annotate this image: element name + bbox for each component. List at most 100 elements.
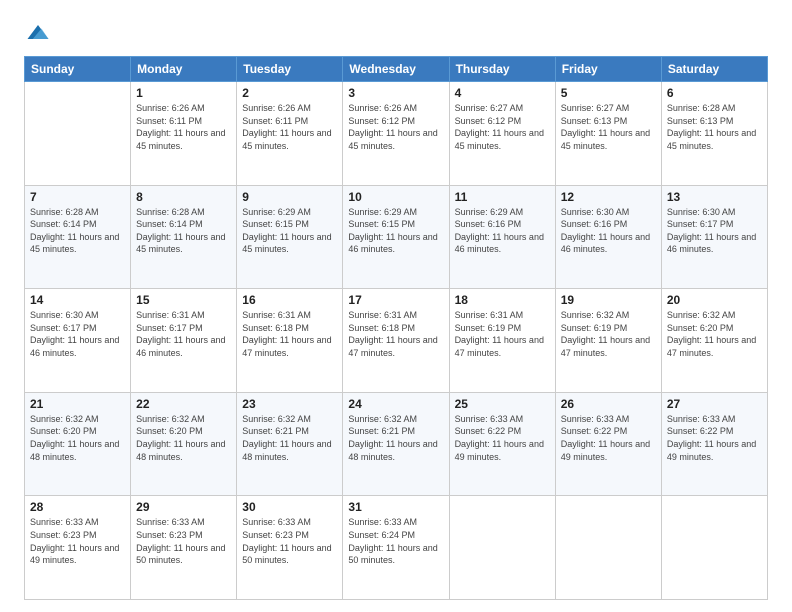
calendar-header: SundayMondayTuesdayWednesdayThursdayFrid…: [25, 57, 768, 82]
calendar-cell: 25 Sunrise: 6:33 AMSunset: 6:22 PMDayligh…: [449, 392, 555, 496]
day-number: 27: [667, 397, 762, 411]
calendar-cell: 16 Sunrise: 6:31 AMSunset: 6:18 PMDayligh…: [237, 289, 343, 393]
calendar-cell: 23 Sunrise: 6:32 AMSunset: 6:21 PMDayligh…: [237, 392, 343, 496]
day-number: 22: [136, 397, 231, 411]
day-number: 28: [30, 500, 125, 514]
day-info: Sunrise: 6:32 AMSunset: 6:20 PMDaylight:…: [30, 413, 125, 463]
day-number: 17: [348, 293, 443, 307]
header-day-sunday: Sunday: [25, 57, 131, 82]
calendar-cell: 6Sunrise: 6:28 AMSunset: 6:13 PMDaylight…: [661, 82, 767, 186]
day-number: 24: [348, 397, 443, 411]
day-info: Sunrise: 6:33 AMSunset: 6:23 PMDaylight:…: [136, 516, 231, 566]
day-info: Sunrise: 6:30 AMSunset: 6:17 PMDaylight:…: [667, 206, 762, 256]
calendar-cell: 14Sunrise: 6:30 AMSunset: 6:17 PMDayligh…: [25, 289, 131, 393]
day-info: Sunrise: 6:32 AMSunset: 6:21 PMDaylight:…: [348, 413, 443, 463]
day-info: Sunrise: 6:27 AMSunset: 6:12 PMDaylight:…: [455, 102, 550, 152]
day-number: 2: [242, 86, 337, 100]
day-info: Sunrise: 6:33 AMSunset: 6:23 PMDaylight:…: [242, 516, 337, 566]
day-info: Sunrise: 6:28 AMSunset: 6:13 PMDaylight:…: [667, 102, 762, 152]
day-info: Sunrise: 6:27 AMSunset: 6:13 PMDaylight:…: [561, 102, 656, 152]
day-info: Sunrise: 6:32 AMSunset: 6:21 PMDaylight:…: [242, 413, 337, 463]
week-row-2: 14Sunrise: 6:30 AMSunset: 6:17 PMDayligh…: [25, 289, 768, 393]
day-info: Sunrise: 6:30 AMSunset: 6:16 PMDaylight:…: [561, 206, 656, 256]
header-day-tuesday: Tuesday: [237, 57, 343, 82]
day-number: 10: [348, 190, 443, 204]
day-info: Sunrise: 6:33 AMSunset: 6:24 PMDaylight:…: [348, 516, 443, 566]
day-info: Sunrise: 6:32 AMSunset: 6:20 PMDaylight:…: [667, 309, 762, 359]
day-number: 20: [667, 293, 762, 307]
calendar-cell: 29 Sunrise: 6:33 AMSunset: 6:23 PMDayligh…: [131, 496, 237, 600]
day-number: 3: [348, 86, 443, 100]
day-number: 8: [136, 190, 231, 204]
calendar-cell: 3 Sunrise: 6:26 AMSunset: 6:12 PMDaylight…: [343, 82, 449, 186]
calendar-cell: [661, 496, 767, 600]
week-row-3: 21Sunrise: 6:32 AMSunset: 6:20 PMDayligh…: [25, 392, 768, 496]
logo-icon: [24, 18, 52, 46]
day-number: 25: [455, 397, 550, 411]
day-info: Sunrise: 6:31 AMSunset: 6:17 PMDaylight:…: [136, 309, 231, 359]
calendar-cell: 17Sunrise: 6:31 AMSunset: 6:18 PMDayligh…: [343, 289, 449, 393]
calendar-cell: 28 Sunrise: 6:33 AMSunset: 6:23 PMDayligh…: [25, 496, 131, 600]
day-info: Sunrise: 6:26 AMSunset: 6:11 PMDaylight:…: [242, 102, 337, 152]
day-number: 12: [561, 190, 656, 204]
day-number: 15: [136, 293, 231, 307]
header-day-thursday: Thursday: [449, 57, 555, 82]
calendar-cell: 31Sunrise: 6:33 AMSunset: 6:24 PMDayligh…: [343, 496, 449, 600]
calendar-cell: 15 Sunrise: 6:31 AMSunset: 6:17 PMDayligh…: [131, 289, 237, 393]
day-info: Sunrise: 6:31 AMSunset: 6:18 PMDaylight:…: [242, 309, 337, 359]
logo: [24, 18, 56, 46]
calendar-cell: 18 Sunrise: 6:31 AMSunset: 6:19 PMDayligh…: [449, 289, 555, 393]
calendar-cell: 26 Sunrise: 6:33 AMSunset: 6:22 PMDayligh…: [555, 392, 661, 496]
day-number: 29: [136, 500, 231, 514]
day-number: 4: [455, 86, 550, 100]
day-number: 16: [242, 293, 337, 307]
day-number: 19: [561, 293, 656, 307]
calendar-cell: 1Sunrise: 6:26 AMSunset: 6:11 PMDaylight…: [131, 82, 237, 186]
day-number: 9: [242, 190, 337, 204]
calendar-cell: 21Sunrise: 6:32 AMSunset: 6:20 PMDayligh…: [25, 392, 131, 496]
calendar-cell: [555, 496, 661, 600]
calendar-body: 1 Sunrise: 6:26 AMSunset: 6:11 PMDaylight…: [25, 82, 768, 600]
calendar-cell: 20 Sunrise: 6:32 AMSunset: 6:20 PMDayligh…: [661, 289, 767, 393]
calendar-cell: 12 Sunrise: 6:30 AMSunset: 6:16 PMDayligh…: [555, 185, 661, 289]
header-day-wednesday: Wednesday: [343, 57, 449, 82]
day-info: Sunrise: 6:28 AMSunset: 6:14 PMDaylight:…: [30, 206, 125, 256]
day-number: 23: [242, 397, 337, 411]
calendar-cell: 8Sunrise: 6:28 AMSunset: 6:14 PMDaylight…: [131, 185, 237, 289]
day-info: Sunrise: 6:32 AMSunset: 6:19 PMDaylight:…: [561, 309, 656, 359]
calendar-cell: 24 Sunrise: 6:32 AMSunset: 6:21 PMDayligh…: [343, 392, 449, 496]
calendar-cell: 10Sunrise: 6:29 AMSunset: 6:15 PMDayligh…: [343, 185, 449, 289]
day-info: Sunrise: 6:31 AMSunset: 6:19 PMDaylight:…: [455, 309, 550, 359]
week-row-4: 28 Sunrise: 6:33 AMSunset: 6:23 PMDayligh…: [25, 496, 768, 600]
week-row-0: 1 Sunrise: 6:26 AMSunset: 6:11 PMDaylight…: [25, 82, 768, 186]
day-info: Sunrise: 6:29 AMSunset: 6:15 PMDaylight:…: [242, 206, 337, 256]
day-number: 1: [136, 86, 231, 100]
calendar-cell: 4 Sunrise: 6:27 AMSunset: 6:12 PMDaylight…: [449, 82, 555, 186]
calendar-cell: 2 Sunrise: 6:26 AMSunset: 6:11 PMDaylight…: [237, 82, 343, 186]
header-row: SundayMondayTuesdayWednesdayThursdayFrid…: [25, 57, 768, 82]
day-info: Sunrise: 6:32 AMSunset: 6:20 PMDaylight:…: [136, 413, 231, 463]
header: [24, 18, 768, 46]
day-number: 13: [667, 190, 762, 204]
calendar-cell: 13 Sunrise: 6:30 AMSunset: 6:17 PMDayligh…: [661, 185, 767, 289]
day-info: Sunrise: 6:33 AMSunset: 6:22 PMDaylight:…: [561, 413, 656, 463]
calendar-cell: 27Sunrise: 6:33 AMSunset: 6:22 PMDayligh…: [661, 392, 767, 496]
calendar-cell: 22 Sunrise: 6:32 AMSunset: 6:20 PMDayligh…: [131, 392, 237, 496]
day-info: Sunrise: 6:26 AMSunset: 6:12 PMDaylight:…: [348, 102, 443, 152]
header-day-monday: Monday: [131, 57, 237, 82]
day-number: 26: [561, 397, 656, 411]
day-number: 11: [455, 190, 550, 204]
calendar-cell: 30 Sunrise: 6:33 AMSunset: 6:23 PMDayligh…: [237, 496, 343, 600]
header-day-friday: Friday: [555, 57, 661, 82]
calendar-cell: 9 Sunrise: 6:29 AMSunset: 6:15 PMDaylight…: [237, 185, 343, 289]
day-info: Sunrise: 6:33 AMSunset: 6:23 PMDaylight:…: [30, 516, 125, 566]
day-number: 5: [561, 86, 656, 100]
day-info: Sunrise: 6:33 AMSunset: 6:22 PMDaylight:…: [455, 413, 550, 463]
week-row-1: 7Sunrise: 6:28 AMSunset: 6:14 PMDaylight…: [25, 185, 768, 289]
calendar-cell: 7Sunrise: 6:28 AMSunset: 6:14 PMDaylight…: [25, 185, 131, 289]
calendar-cell: 19 Sunrise: 6:32 AMSunset: 6:19 PMDayligh…: [555, 289, 661, 393]
day-info: Sunrise: 6:30 AMSunset: 6:17 PMDaylight:…: [30, 309, 125, 359]
day-number: 18: [455, 293, 550, 307]
day-number: 30: [242, 500, 337, 514]
day-info: Sunrise: 6:29 AMSunset: 6:16 PMDaylight:…: [455, 206, 550, 256]
